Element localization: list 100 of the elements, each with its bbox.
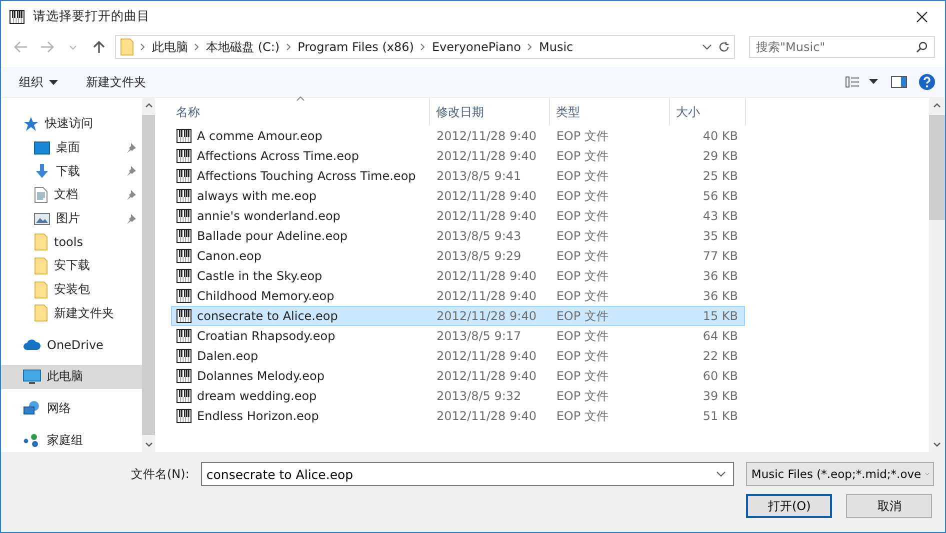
open-button[interactable]: 打开(O): [746, 494, 832, 518]
chevron-down-icon: [702, 44, 712, 50]
file-row[interactable]: Dolannes Melody.eop 2012/11/28 9:40 EOP 文件 60 KB: [171, 366, 745, 386]
file-row[interactable]: consecrate to Alice.eop 2012/11/28 9:40 EOP 文件 15 KB: [171, 306, 745, 326]
chevron-down-icon: [925, 471, 930, 477]
folder-icon: [120, 38, 134, 56]
date-cell-text: 2012/11/28 9:40: [436, 309, 538, 323]
type-cell-text: EOP 文件: [555, 248, 610, 264]
file-row[interactable]: Castle in the Sky.eop 2012/11/28 9:40 EOP 文件 36 KB: [171, 266, 745, 286]
folder-icon: [34, 256, 48, 275]
piano-file-icon: [176, 228, 192, 244]
piano-file-icon: [176, 168, 192, 184]
file-row[interactable]: Ballade pour Adeline.eop 2013/8/5 9:43 EOP 文件 35 KB: [171, 226, 745, 246]
sidebar-item[interactable]: 安装包: [1, 278, 142, 302]
chevron-icon: [140, 43, 146, 51]
date-cell-text: 2013/8/5 9:17: [436, 329, 522, 343]
date-cell-text: 2012/11/28 9:40: [436, 129, 538, 143]
organize-button[interactable]: 组织: [11, 70, 66, 94]
breadcrumb[interactable]: Music: [538, 40, 574, 54]
file-row[interactable]: Affections Across Time.eop 2012/11/28 9:40 EOP 文件 29 KB: [171, 146, 745, 166]
breadcrumb[interactable]: EveryonePiano: [432, 40, 521, 54]
up-button[interactable]: [93, 40, 105, 54]
scrollbar[interactable]: [142, 98, 155, 452]
sidebar-item[interactable]: 网络: [1, 396, 142, 420]
down-arrow-icon: [34, 163, 50, 180]
sidebar-item[interactable]: 桌面: [1, 136, 142, 160]
sidebar-item[interactable]: 安下载: [1, 254, 142, 278]
file-name: Endless Horizon.eop: [197, 409, 319, 423]
desktop-icon: [34, 140, 50, 155]
sidebar-item[interactable]: tools: [1, 230, 142, 254]
preview-pane-icon[interactable]: [891, 76, 907, 88]
date-cell-text: 2012/11/28 9:40: [436, 269, 538, 283]
file-row[interactable]: Canon.eop 2013/8/5 9:29 EOP 文件 77 KB: [171, 246, 745, 266]
view-options-icon[interactable]: [845, 76, 879, 88]
sidebar-item[interactable]: 新建文件夹: [1, 302, 142, 326]
file-row[interactable]: always with me.eop 2012/11/28 9:40 EOP 文件 56 KB: [171, 186, 745, 206]
network-icon: [23, 400, 41, 416]
date-cell-text: 2012/11/28 9:40: [436, 349, 538, 363]
file-row[interactable]: annie's wonderland.eop 2012/11/28 9:40 EOP 文件 43 KB: [171, 206, 745, 226]
sidebar-item[interactable]: 图片: [1, 206, 142, 230]
type-cell-text: EOP 文件: [555, 208, 610, 224]
size-cell-text: 60 KB: [702, 369, 739, 383]
column-header[interactable]: 大小: [670, 98, 746, 126]
file-row[interactable]: Childhood Memory.eop 2012/11/28 9:40 EOP 文件 36 KB: [171, 286, 745, 306]
file-name: A comme Amour.eop: [197, 129, 322, 143]
file-name: Canon.eop: [197, 249, 262, 263]
sidebar-item[interactable]: 家庭组: [1, 428, 142, 452]
picture-icon: [34, 212, 50, 226]
file-row[interactable]: Croatian Rhapsody.eop 2013/8/5 9:17 EOP 文件 64 KB: [171, 326, 745, 346]
sidebar-item[interactable]: 文档: [1, 183, 142, 207]
cancel-button[interactable]: 取消: [846, 494, 932, 518]
address-bar[interactable]: 此电脑 本地磁盘 (C:) Program Files (x86) EveryonePiano Music: [115, 35, 735, 59]
column-header[interactable]: 类型: [550, 98, 670, 126]
homegroup-icon: [23, 433, 41, 448]
breadcrumb[interactable]: Program Files (x86): [298, 40, 414, 54]
file-row[interactable]: A comme Amour.eop 2012/11/28 9:40 EOP 文件 40 KB: [171, 126, 745, 146]
date-cell-text: 2012/11/28 9:40: [436, 209, 538, 223]
sidebar-item[interactable]: 快速访问: [1, 112, 142, 136]
scrollbar[interactable]: [929, 98, 945, 452]
file-name: consecrate to Alice.eop: [197, 309, 338, 323]
help-icon[interactable]: [919, 74, 935, 90]
file-name: Dalen.eop: [197, 349, 258, 363]
file-name-field[interactable]: consecrate to Alice.eop: [201, 462, 734, 486]
size-cell-text: 77 KB: [702, 249, 739, 263]
breadcrumb[interactable]: 此电脑: [152, 38, 188, 56]
type-cell-text: EOP 文件: [555, 328, 610, 344]
close-button[interactable]: [916, 10, 928, 22]
size-cell-text: 29 KB: [702, 149, 739, 163]
sidebar-item[interactable]: OneDrive: [1, 333, 142, 357]
file-type-dropdown[interactable]: Music Files (*.eop;*.mid;*.ove: [746, 462, 934, 486]
file-row[interactable]: Endless Horizon.eop 2012/11/28 9:40 EOP 文件 51 KB: [171, 406, 745, 426]
file-name: Affections Touching Across Time.eop: [197, 169, 416, 183]
file-row[interactable]: dream wedding.eop 2013/8/5 9:32 EOP 文件 39 KB: [171, 386, 745, 406]
size-cell-text: 36 KB: [702, 269, 739, 283]
search-field[interactable]: 搜索"Music": [749, 36, 935, 58]
column-header[interactable]: 修改日期: [430, 98, 550, 126]
sidebar-item[interactable]: 下载: [1, 159, 142, 184]
date-cell-text: 2012/11/28 9:40: [436, 289, 538, 303]
size-cell-text: 64 KB: [702, 329, 739, 343]
size-cell-text: 22 KB: [702, 349, 739, 363]
size-cell-text: 56 KB: [702, 189, 739, 203]
piano-file-icon: [176, 348, 192, 364]
chevron-icon: [526, 43, 533, 51]
file-row[interactable]: Affections Touching Across Time.eop 2013/8/5 9:41 EOP 文件 25 KB: [171, 166, 745, 186]
window-title: 请选择要打开的曲目: [33, 8, 151, 25]
file-name: always with me.eop: [197, 189, 317, 203]
piano-file-icon: [176, 388, 192, 404]
piano-file-icon: [176, 248, 192, 264]
column-header[interactable]: 名称: [170, 98, 430, 126]
breadcrumb[interactable]: 本地磁盘 (C:): [206, 38, 280, 56]
refresh-icon[interactable]: [718, 41, 730, 53]
file-name: Castle in the Sky.eop: [197, 269, 322, 283]
type-cell-text: EOP 文件: [555, 288, 610, 304]
piano-file-icon: [176, 368, 192, 384]
piano-file-icon: [176, 188, 192, 204]
sidebar-item[interactable]: 此电脑: [1, 364, 142, 389]
type-cell-text: EOP 文件: [555, 128, 610, 144]
file-name: annie's wonderland.eop: [197, 209, 340, 223]
file-row[interactable]: Dalen.eop 2012/11/28 9:40 EOP 文件 22 KB: [171, 346, 745, 366]
new-folder-button[interactable]: 新建文件夹: [78, 70, 154, 94]
